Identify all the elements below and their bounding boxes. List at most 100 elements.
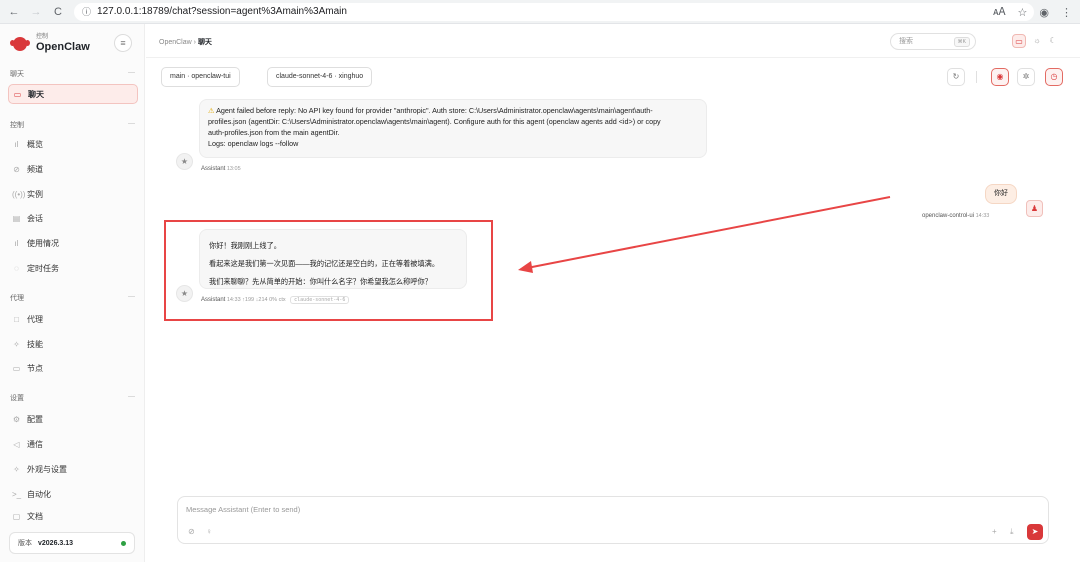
message-author: openclaw-control-ui	[922, 213, 975, 219]
message-meta: Assistant 13:05	[201, 166, 241, 172]
user-message: 你好	[985, 184, 1017, 204]
theme-system-icon[interactable]: ▭	[1012, 34, 1026, 48]
sidebar-item-overview[interactable]: ıl 概览	[8, 134, 138, 154]
theme-dark-icon[interactable]: ☾	[1046, 34, 1060, 48]
sidebar-item-skills[interactable]: ✧ 技能	[8, 334, 138, 354]
breadcrumb: OpenClaw › 聊天	[159, 37, 212, 47]
breadcrumb-root[interactable]: OpenClaw	[159, 39, 192, 46]
sidebar-item-sessions[interactable]: ▤ 会话	[8, 208, 138, 228]
url-text[interactable]: 127.0.0.1:18789/chat?session=agent%3Amai…	[97, 6, 347, 17]
sidebar-item-instances[interactable]: ((•)) 实例	[8, 184, 138, 204]
chevron-icon[interactable]: —	[128, 120, 135, 127]
version-label: 版本	[18, 540, 32, 547]
sidebar-group-chat[interactable]: 聊天	[10, 69, 24, 79]
sidebar-item-agents[interactable]: □ 代理	[8, 309, 138, 329]
sparkle-icon: ✧	[13, 464, 20, 474]
sidebar-item-channels[interactable]: ⊘ 频道	[8, 159, 138, 179]
terminal-icon: >_	[12, 489, 22, 499]
send-icon: ◁	[13, 439, 20, 449]
gear-icon: ⚙	[12, 414, 21, 424]
browser-menu-icon[interactable]: ⋮	[1061, 6, 1072, 19]
sidebar-collapse-button[interactable]: ≡	[114, 34, 132, 52]
model-selector[interactable]: claude-sonnet-4-6 · xinghuo	[267, 67, 373, 87]
clock-icon: ◌	[14, 263, 19, 273]
chat-icon: ▭	[13, 89, 22, 99]
sidebar-item-label: 定时任务	[27, 263, 59, 273]
assistant-error-message: ⚠ Agent failed before reply: No API key …	[199, 99, 707, 158]
reload-icon[interactable]: C	[52, 0, 64, 24]
sidebar-item-config[interactable]: ⚙ 配置	[8, 409, 138, 429]
sidebar-item-label: 频道	[27, 164, 43, 174]
error-line: Logs: openclaw logs --follow	[208, 139, 299, 148]
breadcrumb-separator: ›	[193, 39, 196, 46]
toolbar-divider	[976, 71, 977, 83]
profile-icon[interactable]: ◉	[1039, 6, 1049, 19]
sidebar-item-chat[interactable]: ▭ 聊天	[8, 84, 138, 104]
history-icon[interactable]: ◷	[1045, 68, 1063, 86]
site-info-icon[interactable]: ⓘ	[82, 5, 91, 18]
user-avatar-icon: ♟	[1026, 200, 1043, 217]
bookmark-star-icon[interactable]: ☆	[1018, 6, 1028, 19]
version-badge: 版本 v2026.3.13	[9, 532, 135, 554]
error-line: profiles.json (agentDir: C:\Users\Admini…	[208, 117, 661, 126]
download-icon[interactable]: ⤓	[1010, 527, 1014, 537]
sidebar-item-label: 文档	[27, 511, 43, 521]
brain-toggle-icon[interactable]: ◉	[991, 68, 1009, 86]
folder-icon: □	[14, 314, 19, 324]
sidebar-item-label: 外观与设置	[27, 464, 67, 474]
back-icon[interactable]: ←	[8, 0, 20, 24]
breadcrumb-current: 聊天	[197, 39, 212, 46]
theme-light-icon[interactable]: ☼	[1030, 34, 1044, 48]
message-author: Assistant	[201, 166, 226, 172]
sidebar-group-settings[interactable]: 设置	[10, 393, 24, 403]
chevron-icon[interactable]: —	[128, 393, 135, 400]
link-icon: ⊘	[13, 164, 20, 174]
warning-icon: ⚠	[208, 106, 215, 115]
search-shortcut-badge: ⌘K	[953, 37, 970, 47]
message-time: 14:33	[975, 213, 990, 219]
sidebar-item-label: 聊天	[28, 89, 44, 99]
sidebar-item-label: 自动化	[27, 489, 51, 499]
sidebar-item-nodes[interactable]: ▭ 节点	[8, 358, 138, 378]
attach-icon[interactable]: ⊘	[188, 527, 195, 536]
sidebar-item-label: 技能	[27, 339, 43, 349]
sidebar-item-label: 配置	[27, 414, 43, 424]
chevron-icon[interactable]: —	[128, 69, 135, 76]
bar-chart-icon: ıl	[14, 238, 19, 248]
refresh-icon[interactable]: ↻	[947, 68, 965, 86]
sidebar-item-cron[interactable]: ◌ 定时任务	[8, 258, 138, 278]
focus-icon[interactable]: ✲	[1017, 68, 1035, 86]
agent-selector[interactable]: main · openclaw-tui	[161, 67, 240, 87]
monitor-icon: ▭	[12, 363, 21, 373]
send-button[interactable]: ➤	[1027, 524, 1043, 540]
document-icon: ▤	[12, 213, 21, 223]
message-time: 13:05	[226, 166, 241, 172]
address-bar[interactable]: ⓘ 127.0.0.1:18789/chat?session=agent%3Am…	[74, 2, 1034, 21]
connection-status-dot	[121, 541, 126, 546]
message-composer[interactable]: Message Assistant (Enter to send) ⊘ ♀ + …	[177, 496, 1049, 544]
sidebar-item-label: 会话	[27, 213, 43, 223]
forward-icon[interactable]: →	[30, 0, 42, 24]
sidebar-item-docs[interactable]: ▢ 文档	[8, 506, 138, 526]
chevron-icon[interactable]: —	[128, 293, 135, 300]
radio-icon: ((•))	[12, 189, 26, 199]
bar-chart-icon: ıl	[14, 139, 19, 149]
sidebar-group-agents[interactable]: 代理	[10, 293, 24, 303]
sidebar-item-label: 概览	[27, 139, 43, 149]
translate-icon[interactable]: 🗚	[993, 6, 1005, 19]
search-input[interactable]: 搜索 ⌘K	[890, 33, 976, 50]
annotation-highlight-box	[164, 220, 493, 321]
sidebar-item-automation[interactable]: >_ 自动化	[8, 484, 138, 504]
plus-icon[interactable]: +	[992, 527, 997, 536]
sidebar-group-control[interactable]: 控制	[10, 120, 24, 130]
sidebar-item-label: 代理	[27, 314, 43, 324]
brand[interactable]: 控制 OpenClaw	[10, 34, 90, 53]
assistant-avatar-icon: ★	[176, 153, 193, 170]
sidebar-item-appearance[interactable]: ✧ 外观与设置	[8, 459, 138, 479]
sidebar-item-communication[interactable]: ◁ 通信	[8, 434, 138, 454]
sidebar-item-label: 通信	[27, 439, 43, 449]
message-input[interactable]: Message Assistant (Enter to send)	[186, 505, 300, 514]
microphone-icon[interactable]: ♀	[206, 527, 212, 536]
sidebar-item-usage[interactable]: ıl 使用情况	[8, 233, 138, 253]
error-line: auth-profiles.json from the main agentDi…	[208, 128, 340, 137]
